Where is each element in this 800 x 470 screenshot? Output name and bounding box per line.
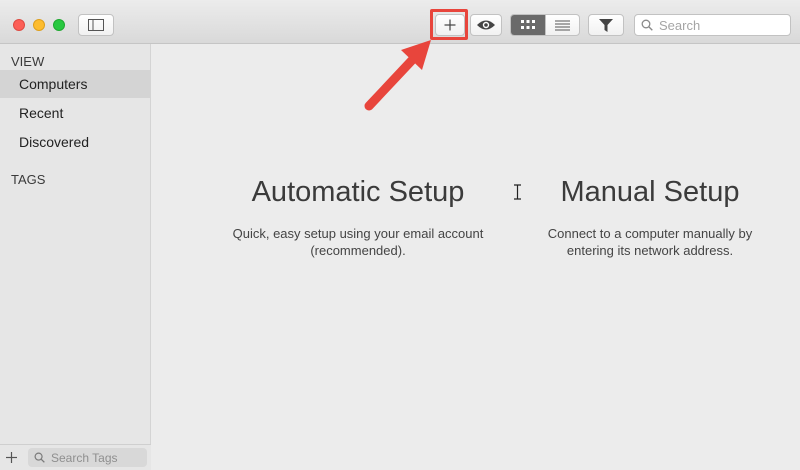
manual-setup-title: Manual Setup: [560, 176, 740, 208]
automatic-setup-title: Automatic Setup: [251, 176, 465, 208]
sidebar-item-recent[interactable]: Recent: [0, 99, 150, 127]
grid-icon: [520, 20, 535, 29]
view-section-title: VIEW: [11, 54, 45, 69]
view-mode-segmented-control: [510, 14, 580, 36]
sidebar: VIEW Computers Recent Discovered TAGS: [0, 44, 151, 470]
app-window: VIEW Computers Recent Discovered TAGS: [0, 0, 800, 470]
sidebar-item-discovered[interactable]: Discovered: [0, 128, 150, 156]
main-content: Automatic Setup Quick, easy setup using …: [151, 44, 800, 470]
sidebar-item-computers[interactable]: Computers: [0, 70, 150, 98]
add-tag-button[interactable]: [3, 449, 19, 465]
pointer-arrow-icon: [364, 40, 431, 111]
plus-icon: [5, 451, 17, 463]
zoom-window-button[interactable]: [53, 19, 65, 31]
search-field[interactable]: [634, 14, 791, 36]
tag-search-field[interactable]: [28, 448, 147, 467]
magnifier-icon: [34, 452, 45, 463]
filter-button[interactable]: [588, 14, 624, 36]
magnifier-icon: [641, 19, 653, 31]
toggle-sidebar-button[interactable]: [78, 14, 114, 36]
preview-button[interactable]: [470, 14, 502, 36]
sidebar-icon: [88, 19, 104, 31]
highlight-box: [430, 9, 468, 40]
tags-section-title: TAGS: [11, 172, 46, 187]
manual-setup-description: Connect to a computer manually by enteri…: [547, 226, 753, 258]
manual-setup-option[interactable]: Manual Setup Connect to a computer manua…: [526, 174, 774, 259]
automatic-setup-option[interactable]: Automatic Setup Quick, easy setup using …: [213, 174, 503, 259]
text-cursor-icon: [514, 184, 521, 200]
sidebar-footer: [0, 444, 151, 470]
close-window-button[interactable]: [13, 19, 25, 31]
list-view-button[interactable]: [544, 15, 580, 35]
minimize-window-button[interactable]: [33, 19, 45, 31]
list-icon: [554, 20, 570, 30]
funnel-icon: [599, 18, 613, 32]
search-input[interactable]: [657, 16, 781, 34]
grid-view-button[interactable]: [511, 15, 545, 35]
tag-search-input[interactable]: [49, 449, 143, 466]
automatic-setup-description: Quick, easy setup using your email accou…: [232, 226, 484, 258]
eye-icon: [477, 20, 495, 30]
